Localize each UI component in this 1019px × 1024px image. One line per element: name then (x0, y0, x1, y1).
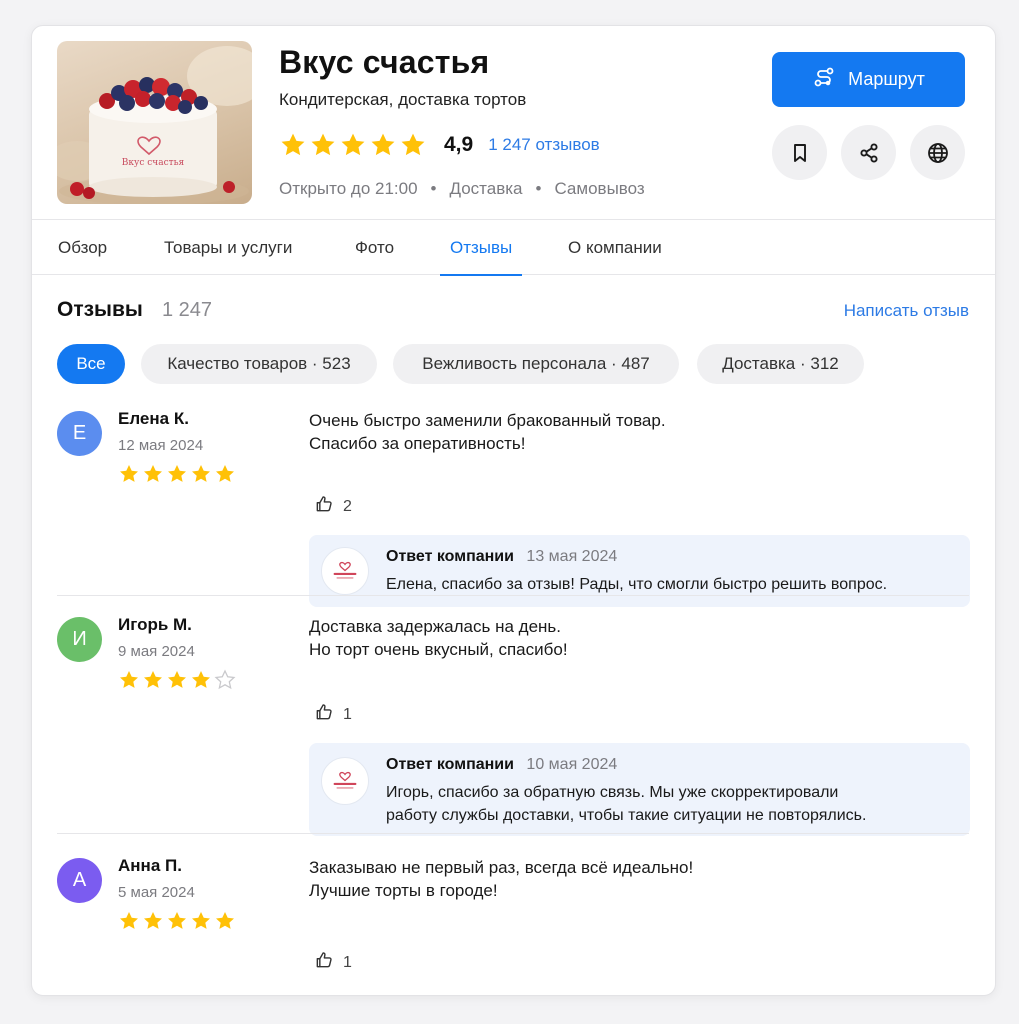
review-text: Заказываю не первый раз, всегда всё идеа… (309, 858, 694, 900)
write-review-link[interactable]: Написать отзыв (844, 301, 969, 321)
reply-date: 13 мая 2024 (526, 548, 618, 565)
review-text: Очень быстро заменили бракованный товар.… (309, 411, 666, 453)
review-text: Доставка задержалась на день. Но торт оч… (309, 617, 568, 659)
star-icon (216, 912, 234, 929)
opening-hours: Открыто до 21:00 (279, 179, 418, 198)
thumbs-up-icon (314, 494, 334, 519)
reply-text: Елена, спасибо за отзыв! Рады, что смогл… (386, 576, 888, 593)
reviews-title: Отзывы (57, 298, 143, 321)
divider (57, 595, 969, 596)
star-icon (311, 133, 335, 156)
like-button[interactable]: 1 (314, 702, 352, 727)
thumbs-up-icon (314, 702, 334, 727)
globe-icon (927, 142, 948, 163)
bookmark-icon (793, 143, 806, 162)
reply-date: 10 мая 2024 (526, 756, 618, 773)
star-icon (281, 133, 305, 156)
bookmark-button[interactable] (772, 125, 827, 180)
avatar: Е (57, 411, 102, 456)
review-stars (118, 463, 236, 485)
review-stars (118, 910, 236, 932)
route-label: Маршрут (848, 69, 925, 89)
share-icon (859, 142, 878, 163)
route-icon (812, 65, 836, 94)
share-button[interactable] (841, 125, 896, 180)
tab-products[interactable]: Товары и услуги (164, 220, 292, 275)
like-button[interactable]: 2 (314, 494, 352, 519)
star-icon (192, 912, 210, 929)
review-author[interactable]: Елена К. (118, 409, 189, 429)
website-button[interactable] (910, 125, 965, 180)
business-rating-stars (279, 131, 427, 159)
review-stars (118, 669, 236, 691)
star-icon (401, 133, 425, 156)
company-logo (321, 547, 369, 595)
star-icon (120, 671, 138, 688)
star-icon (120, 912, 138, 929)
rating-row: 4,9 1 247 отзывов (279, 130, 600, 160)
reply-header: Ответ компании 13 мая 2024 (386, 548, 617, 566)
cake-photo-image: Вкус счастья (57, 46, 252, 204)
reply-author: Ответ компании (386, 548, 514, 565)
business-card: Вкус счастья Вкус счастья Кондитерская, … (31, 25, 996, 996)
reply-text: Игорь, спасибо за обратную связь. Мы уже… (386, 784, 867, 824)
avatar: А (57, 858, 102, 903)
star-icon (168, 465, 186, 482)
filter-chip-politeness[interactable]: Вежливость персонала · 487 (393, 344, 679, 384)
business-category: Кондитерская, доставка тортов (279, 90, 527, 109)
divider (57, 833, 969, 834)
star-icon (144, 671, 162, 688)
tab-about[interactable]: О компании (568, 220, 662, 275)
star-icon (168, 912, 186, 929)
review-date: 12 мая 2024 (118, 437, 204, 454)
review-author[interactable]: Анна П. (118, 856, 182, 876)
tab-photos[interactable]: Фото (355, 220, 394, 275)
review-author[interactable]: Игорь М. (118, 615, 192, 635)
feature-delivery: Доставка (449, 179, 523, 198)
business-photo[interactable]: Вкус счастья (57, 41, 252, 204)
reviews-count: 1 247 (162, 299, 213, 321)
meta-separator: • (535, 179, 542, 198)
company-reply: Ответ компании 13 мая 2024 Елена, спасиб… (309, 535, 970, 607)
route-button[interactable]: Маршрут (772, 52, 965, 107)
star-icon (144, 465, 162, 482)
reply-author: Ответ компании (386, 756, 514, 773)
like-button[interactable]: 1 (314, 950, 352, 975)
reviews-count-link[interactable]: 1 247 отзывов (488, 135, 599, 155)
star-icon (192, 671, 210, 688)
business-name: Вкус счастья (279, 44, 490, 80)
filter-chip-quality[interactable]: Качество товаров · 523 (141, 344, 377, 384)
like-count: 2 (343, 497, 352, 515)
star-icon (144, 912, 162, 929)
svg-text:Вкус счастья: Вкус счастья (122, 158, 185, 168)
company-reply: Ответ компании 10 мая 2024 Игорь, спасиб… (309, 743, 970, 836)
reply-header: Ответ компании 10 мая 2024 (386, 756, 617, 774)
star-icon (168, 671, 186, 688)
tabs-bar: Обзор Товары и услуги Фото Отзывы О комп… (32, 219, 995, 276)
tab-overview[interactable]: Обзор (58, 220, 107, 275)
tab-reviews[interactable]: Отзывы (439, 220, 523, 276)
review-date: 5 мая 2024 (118, 884, 195, 901)
filter-chip-all[interactable]: Все (57, 344, 125, 384)
star-icon (120, 465, 138, 482)
review-date: 9 мая 2024 (118, 643, 195, 660)
meta-separator: • (430, 179, 437, 198)
star-icon (192, 465, 210, 482)
like-count: 1 (343, 953, 352, 971)
star-icon (371, 133, 395, 156)
company-logo (321, 757, 369, 805)
star-icon (214, 669, 236, 690)
like-count: 1 (343, 705, 352, 723)
filter-chip-delivery[interactable]: Доставка · 312 (697, 344, 864, 384)
rating-value: 4,9 (444, 133, 474, 156)
thumbs-up-icon (314, 950, 334, 975)
business-meta: Открыто до 21:00 • Доставка • Самовывоз (279, 179, 645, 199)
avatar: И (57, 617, 102, 662)
feature-pickup: Самовывоз (554, 179, 645, 198)
star-icon (341, 133, 365, 156)
star-icon (216, 465, 234, 482)
